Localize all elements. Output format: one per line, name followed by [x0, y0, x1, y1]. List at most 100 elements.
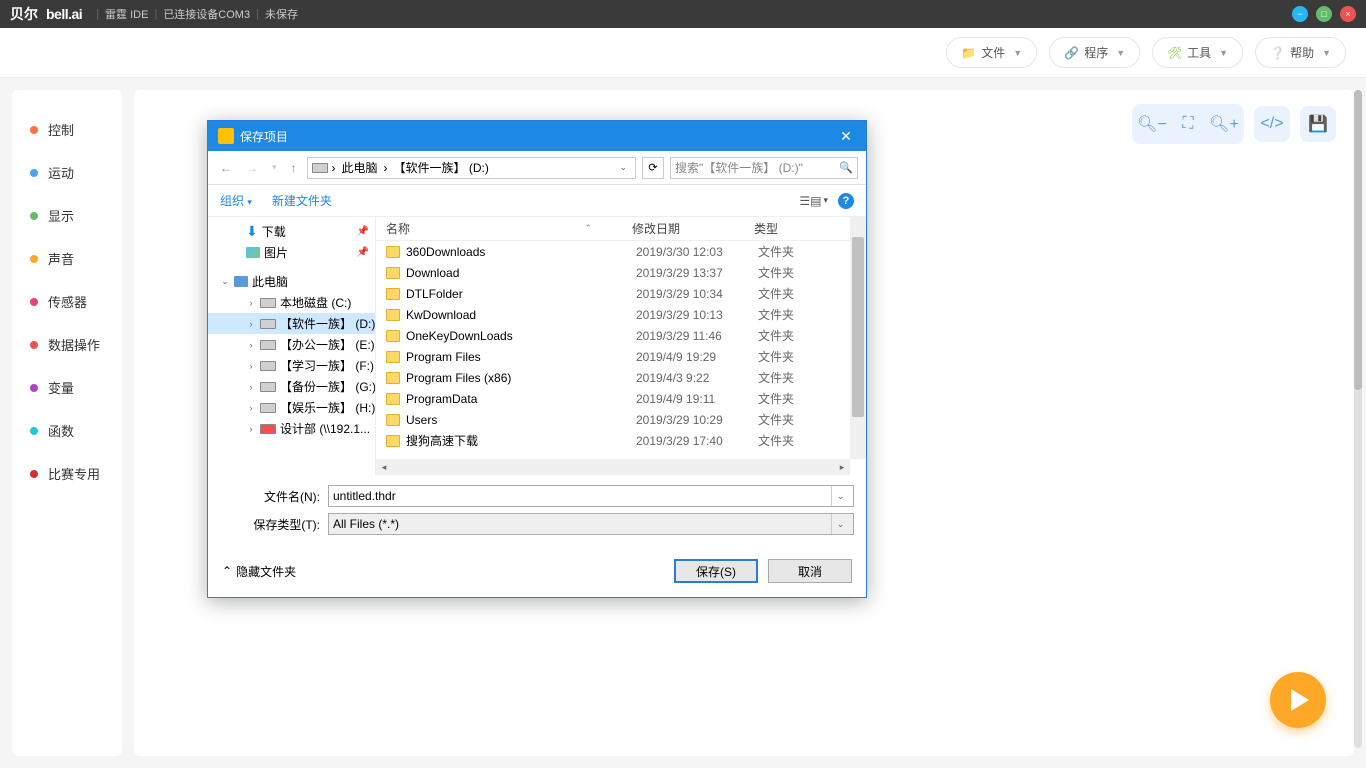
address-pc[interactable]: 此电脑: [340, 159, 380, 176]
file-date: 2019/3/29 10:34: [636, 287, 758, 301]
expand-icon[interactable]: ›: [246, 298, 256, 308]
expand-icon[interactable]: ›: [246, 424, 256, 434]
dialog-close-button[interactable]: ✕: [836, 128, 856, 145]
maximize-button[interactable]: □: [1316, 6, 1332, 22]
page-scrollbar[interactable]: [1354, 90, 1362, 748]
file-row[interactable]: Users2019/3/29 10:29文件夹: [376, 409, 866, 430]
savetype-select[interactable]: All Files (*.*)⌄: [328, 513, 854, 535]
category-dot-icon: [30, 384, 38, 392]
file-name: Users: [406, 413, 636, 427]
file-menu[interactable]: 📁 文件 ▼: [946, 37, 1037, 68]
file-type: 文件夹: [758, 264, 794, 281]
dialog-titlebar[interactable]: 保存项目 ✕: [208, 121, 866, 151]
file-row[interactable]: Program Files (x86)2019/4/3 9:22文件夹: [376, 367, 866, 388]
expand-icon[interactable]: ›: [246, 382, 256, 392]
play-button[interactable]: [1270, 672, 1326, 728]
new-folder-button[interactable]: 新建文件夹: [272, 192, 332, 209]
code-view-button[interactable]: </>: [1254, 106, 1290, 142]
category-函数[interactable]: 函数: [12, 409, 122, 452]
zoom-out-button[interactable]: 🔍︎−: [1134, 106, 1170, 142]
file-scrollbar-v[interactable]: [850, 217, 866, 459]
category-显示[interactable]: 显示: [12, 194, 122, 237]
search-input[interactable]: 搜索"【软件一族】 (D:)" 🔍: [670, 157, 858, 179]
expand-icon[interactable]: ›: [246, 403, 256, 413]
category-数据操作[interactable]: 数据操作: [12, 323, 122, 366]
tree-drive-h[interactable]: ›【娱乐一族】 (H:): [208, 397, 375, 418]
dialog-fields: 文件名(N): untitled.thdr⌄ 保存类型(T): All File…: [208, 475, 866, 551]
dialog-nav: ← → ▾ ↑ › 此电脑 › 【软件一族】 (D:) ⌄ ⟳ 搜索"【软件一族…: [208, 151, 866, 185]
program-menu[interactable]: 🔗 程序 ▼: [1049, 37, 1140, 68]
category-sidebar: 控制运动显示声音传感器数据操作变量函数比赛专用: [12, 90, 122, 756]
tree-network[interactable]: ›设计部 (\\192.1...: [208, 418, 375, 439]
file-row[interactable]: KwDownload2019/3/29 10:13文件夹: [376, 304, 866, 325]
cancel-button[interactable]: 取消: [768, 559, 852, 583]
category-控制[interactable]: 控制: [12, 108, 122, 151]
help-menu[interactable]: ❔ 帮助 ▼: [1255, 37, 1346, 68]
refresh-button[interactable]: ⟳: [642, 157, 664, 179]
category-label: 声音: [48, 249, 74, 268]
category-运动[interactable]: 运动: [12, 151, 122, 194]
category-声音[interactable]: 声音: [12, 237, 122, 280]
address-bar[interactable]: › 此电脑 › 【软件一族】 (D:) ⌄: [307, 157, 636, 179]
address-drive[interactable]: 【软件一族】 (D:): [392, 159, 491, 176]
column-name[interactable]: 名称⌃: [376, 220, 632, 237]
column-date[interactable]: 修改日期: [632, 220, 754, 237]
main-toolbar: 📁 文件 ▼ 🔗 程序 ▼ 🛠 工具 ▼ ❔ 帮助 ▼: [0, 28, 1366, 78]
save-button[interactable]: 保存(S): [674, 559, 758, 583]
tree-downloads[interactable]: ⬇下载📌: [208, 221, 375, 242]
dialog-help-button[interactable]: ?: [838, 193, 854, 209]
category-传感器[interactable]: 传感器: [12, 280, 122, 323]
column-type[interactable]: 类型: [754, 220, 814, 237]
file-type: 文件夹: [758, 390, 794, 407]
folder-icon: [386, 351, 400, 363]
drive-icon: [260, 340, 276, 350]
tools-menu-label: 工具: [1187, 44, 1211, 61]
folder-icon: [386, 309, 400, 321]
pin-icon: 📌: [357, 226, 369, 237]
tree-drive-g[interactable]: ›【备份一族】 (G:): [208, 376, 375, 397]
dropdown-icon[interactable]: ⌄: [831, 486, 849, 506]
file-scrollbar-h[interactable]: ◂▸: [376, 459, 850, 475]
expand-icon[interactable]: ›: [246, 361, 256, 371]
minimize-button[interactable]: −: [1292, 6, 1308, 22]
expand-icon[interactable]: ›: [246, 340, 256, 350]
file-row[interactable]: Download2019/3/29 13:37文件夹: [376, 262, 866, 283]
file-row[interactable]: DTLFolder2019/3/29 10:34文件夹: [376, 283, 866, 304]
nav-up-button[interactable]: ↑: [287, 159, 301, 177]
organize-button[interactable]: 组织 ▾: [220, 192, 252, 209]
nav-back-button[interactable]: ←: [216, 159, 236, 177]
file-row[interactable]: 360Downloads2019/3/30 12:03文件夹: [376, 241, 866, 262]
category-label: 数据操作: [48, 335, 100, 354]
category-label: 变量: [48, 378, 74, 397]
save-canvas-button[interactable]: 💾: [1300, 106, 1336, 142]
dropdown-icon[interactable]: ⌄: [831, 514, 849, 534]
nav-history-button[interactable]: ▾: [268, 160, 281, 175]
nav-forward-button[interactable]: →: [242, 159, 262, 177]
zoom-in-button[interactable]: 🔍︎+: [1206, 106, 1242, 142]
fullscreen-button[interactable]: ⛶: [1170, 106, 1206, 142]
tree-drive-f[interactable]: ›【学习一族】 (F:): [208, 355, 375, 376]
category-dot-icon: [30, 255, 38, 263]
tree-this-pc[interactable]: ⌄此电脑: [208, 271, 375, 292]
tree-pictures[interactable]: 图片📌: [208, 242, 375, 263]
file-row[interactable]: OneKeyDownLoads2019/3/29 11:46文件夹: [376, 325, 866, 346]
view-mode-button[interactable]: ☰▤ ▾: [799, 194, 828, 208]
category-比赛专用[interactable]: 比赛专用: [12, 452, 122, 495]
address-dropdown-icon[interactable]: ⌄: [615, 162, 631, 173]
file-list-header: 名称⌃ 修改日期 类型: [376, 217, 866, 241]
file-row[interactable]: Program Files2019/4/9 19:29文件夹: [376, 346, 866, 367]
drive-icon: [260, 382, 276, 392]
category-变量[interactable]: 变量: [12, 366, 122, 409]
collapse-icon[interactable]: ⌄: [220, 276, 230, 287]
tree-drive-c[interactable]: ›本地磁盘 (C:): [208, 292, 375, 313]
expand-icon[interactable]: ›: [246, 319, 256, 329]
tools-menu[interactable]: 🛠 工具 ▼: [1152, 37, 1243, 68]
close-button[interactable]: ×: [1340, 6, 1356, 22]
file-row[interactable]: 搜狗高速下载2019/3/29 17:40文件夹: [376, 430, 866, 451]
tree-drive-d[interactable]: ›【软件一族】 (D:): [208, 313, 375, 334]
hide-folders-toggle[interactable]: ⌃隐藏文件夹: [222, 563, 296, 580]
file-row[interactable]: ProgramData2019/4/9 19:11文件夹: [376, 388, 866, 409]
file-date: 2019/3/29 10:29: [636, 413, 758, 427]
tree-drive-e[interactable]: ›【办公一族】 (E:): [208, 334, 375, 355]
filename-input[interactable]: untitled.thdr⌄: [328, 485, 854, 507]
